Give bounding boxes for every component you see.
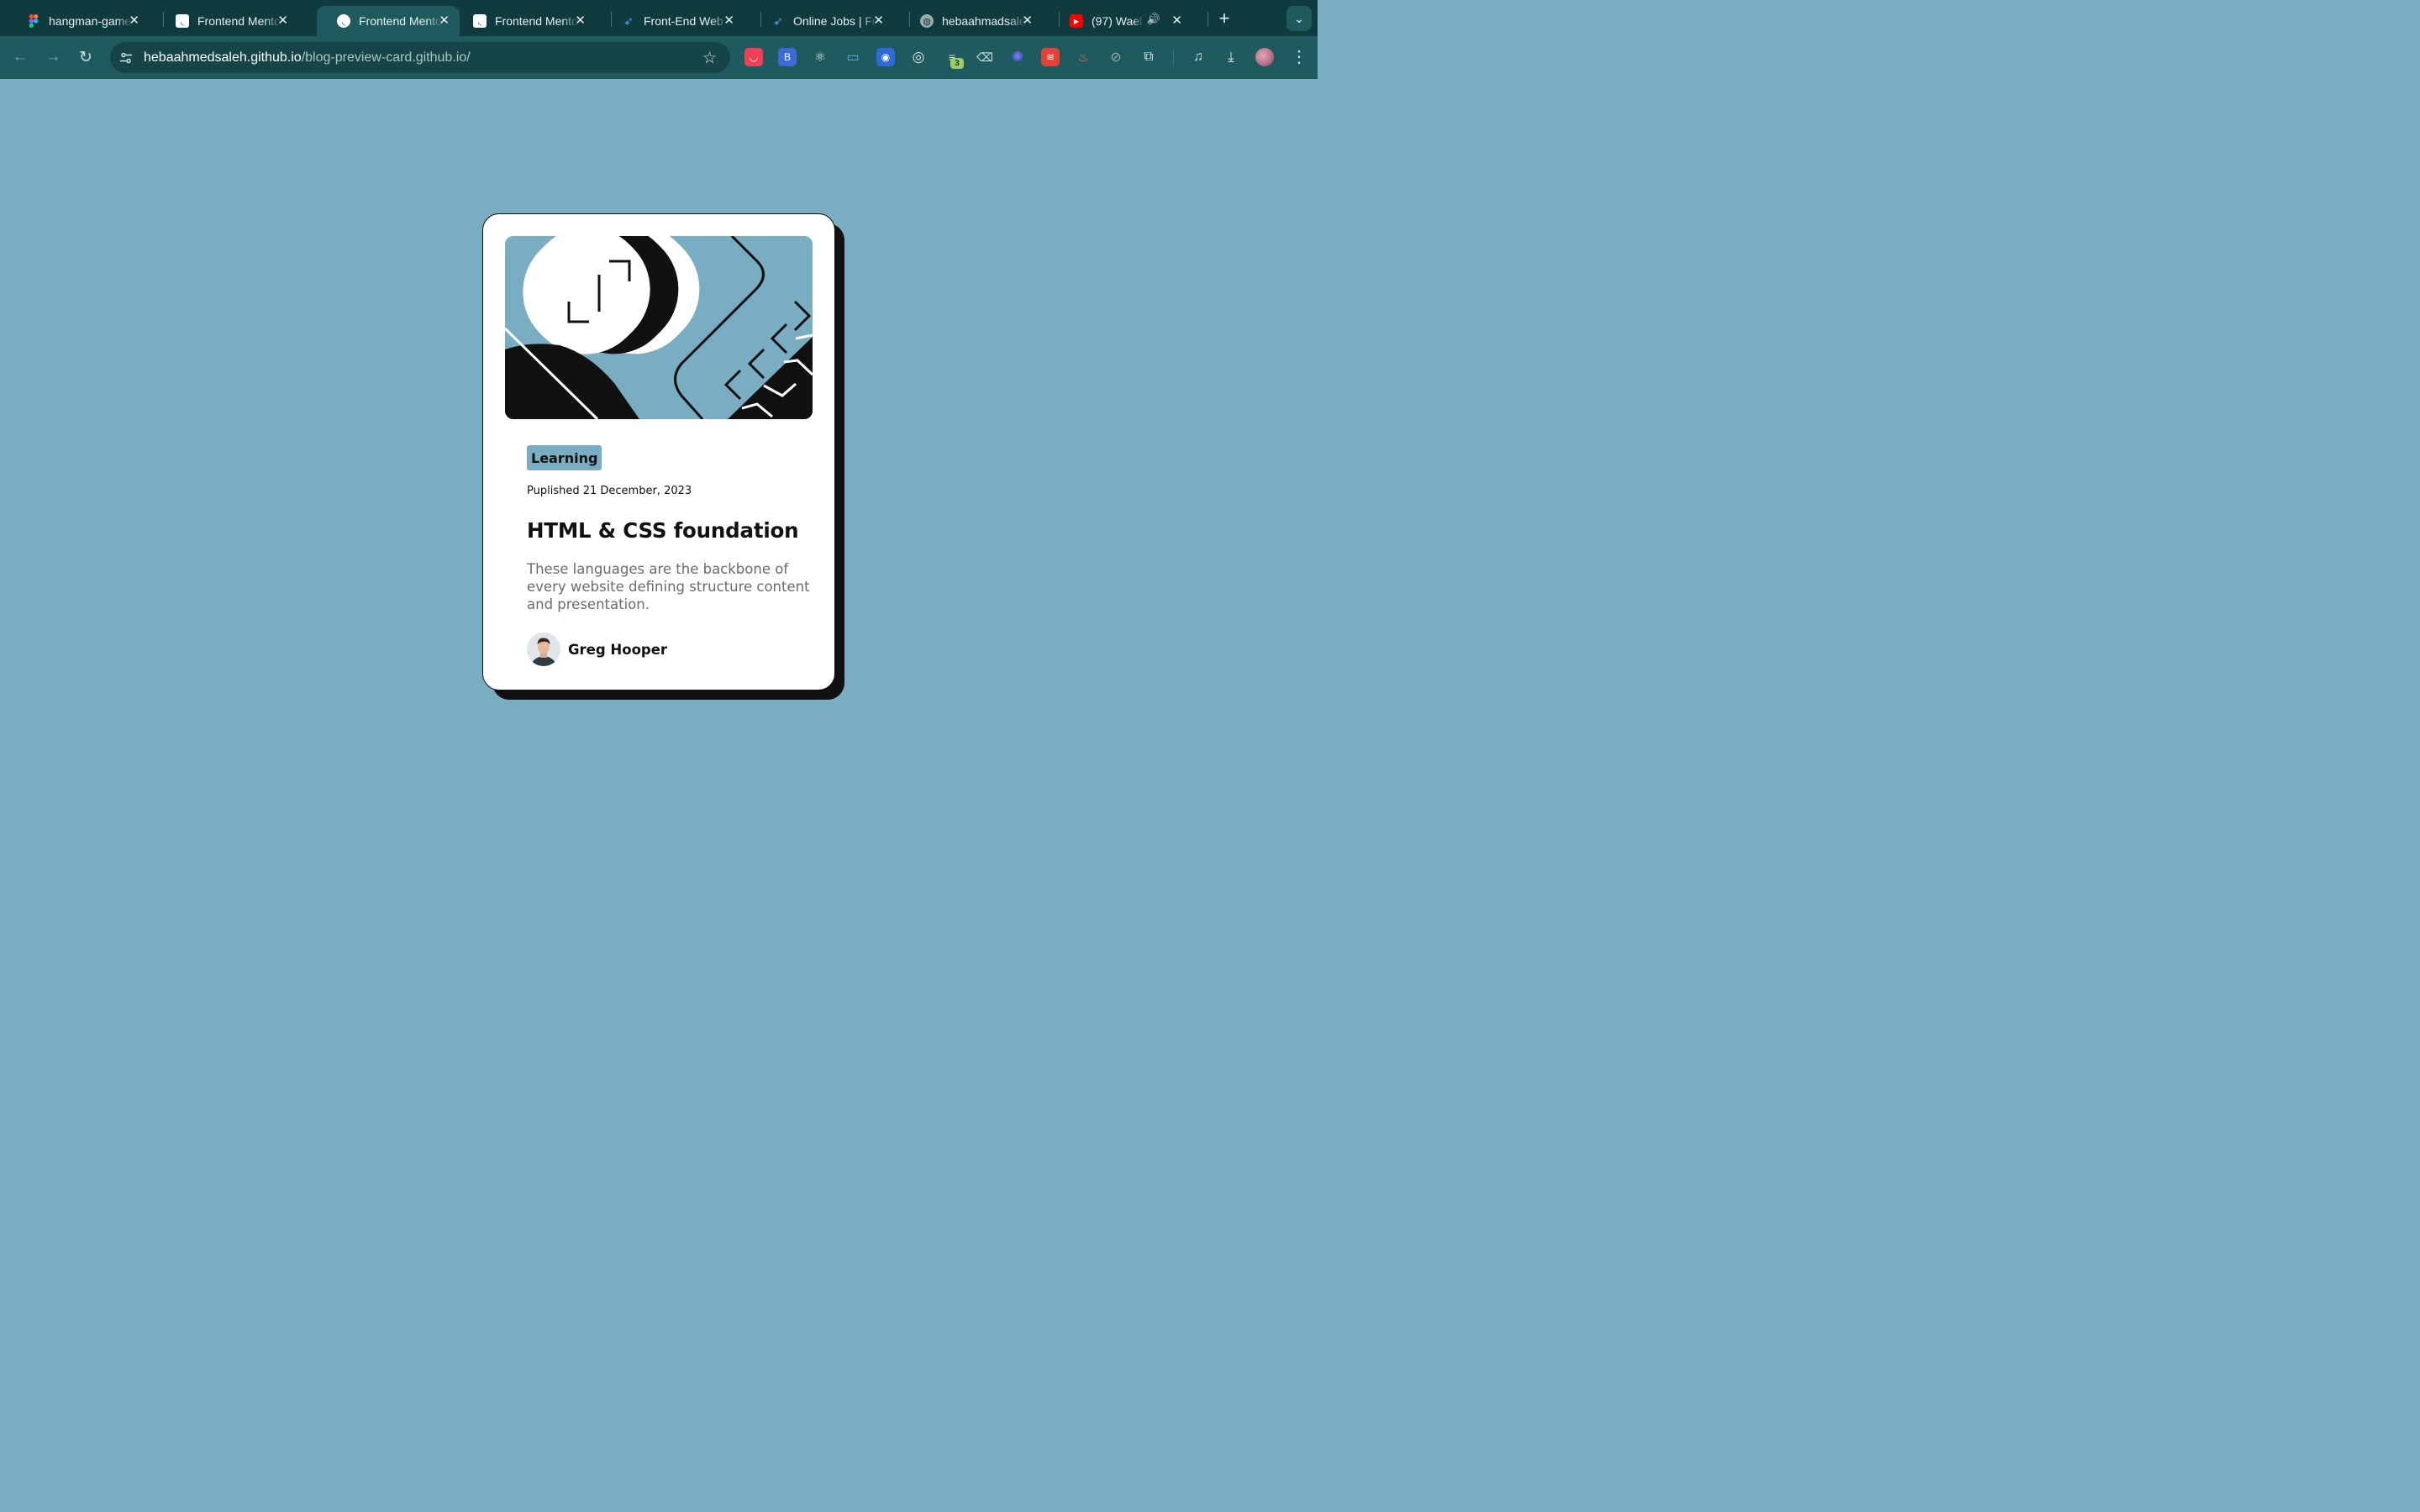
browser-toolbar: ← → ↻ hebaahmedsaleh.github.io/blog-prev… — [0, 36, 1318, 79]
tab-hangman-game[interactable]: hangman-game ✕ — [7, 6, 150, 36]
speaker-icon[interactable]: 🔊 — [1147, 13, 1160, 26]
author-name: Greg Hooper — [568, 641, 668, 658]
author-avatar — [527, 633, 560, 666]
new-tab-button[interactable]: + — [1215, 8, 1234, 29]
sparkle-icon[interactable]: ✺ — [1008, 48, 1027, 66]
video-camera-icon[interactable]: ▭ — [844, 48, 862, 66]
tab-youtube[interactable]: ▶ (97) Wael El 🔊 ✕ — [1050, 6, 1192, 36]
tab-title: hebaahmadsaleh — [942, 14, 1026, 28]
reload-button[interactable]: ↻ — [75, 46, 97, 68]
address-bar[interactable]: hebaahmedsaleh.github.io/blog-preview-ca… — [110, 42, 730, 73]
forward-button[interactable]: → — [42, 46, 64, 68]
figma-icon — [27, 14, 40, 28]
tab-title: Frontend Mentor — [359, 14, 443, 28]
tab-title: Front-End Web D — [644, 14, 728, 28]
tab-title: hangman-game — [49, 14, 132, 28]
tab-front-end-web[interactable]: ➶ Front-End Web D ✕ — [602, 6, 744, 36]
tab-frontend-mentor-active[interactable]: ◟ Frontend Mentor ✕ — [317, 6, 460, 36]
hero-illustration — [505, 236, 813, 419]
close-icon[interactable]: ✕ — [873, 13, 884, 28]
author-portrait-icon — [527, 633, 560, 666]
globe-icon: ◍ — [920, 14, 934, 28]
bookmark-star-icon[interactable]: ☆ — [702, 49, 717, 68]
tab-title: (97) Wael El — [1092, 14, 1144, 28]
extension-badge: 3 — [950, 58, 964, 69]
published-date: Puplished 21 December, 2023 — [527, 485, 692, 497]
category-badge: Learning — [527, 445, 602, 470]
close-icon[interactable]: ✕ — [277, 13, 288, 28]
close-icon[interactable]: ✕ — [1171, 13, 1182, 28]
blog-preview-card: Learning Puplished 21 December, 2023 HTM… — [482, 213, 835, 690]
bird-icon: ➶ — [773, 13, 783, 28]
compass-icon[interactable]: ⊘ — [1107, 48, 1125, 66]
close-icon[interactable]: ✕ — [439, 13, 450, 28]
profile-avatar[interactable] — [1255, 48, 1274, 66]
tab-title: Frontend Mentor — [495, 14, 579, 28]
tab-title: Online Jobs | Fre — [793, 14, 877, 28]
flame-icon[interactable]: ♨ — [1074, 48, 1092, 66]
eraser-icon[interactable]: ⌫ — [976, 48, 994, 66]
close-icon[interactable]: ✕ — [129, 13, 139, 28]
tab-online-jobs[interactable]: ➶ Online Jobs | Fre ✕ — [751, 6, 894, 36]
toolbar-divider — [1173, 49, 1174, 66]
frontend-mentor-icon: ◟ — [473, 14, 487, 28]
tab-divider — [1207, 12, 1208, 27]
url-text[interactable]: hebaahmedsaleh.github.io/blog-preview-ca… — [144, 50, 471, 66]
close-icon[interactable]: ✕ — [723, 13, 734, 28]
url-path: /blog-preview-card.github.io/ — [301, 50, 471, 65]
media-controls-icon[interactable]: ♫ — [1189, 48, 1207, 66]
abstract-illustration-icon — [505, 236, 813, 419]
tab-frontend-mentor-1[interactable]: ◟ Frontend Mentor ✕ — [155, 6, 298, 36]
back-button[interactable]: ← — [9, 46, 31, 68]
frontend-mentor-icon: ◟ — [176, 14, 189, 28]
screen-recorder-icon[interactable]: ◉ — [876, 48, 895, 66]
youtube-icon: ▶ — [1070, 14, 1083, 28]
tab-hebaahmadsaleh[interactable]: ◍ hebaahmadsaleh ✕ — [900, 6, 1043, 36]
react-devtools-icon[interactable]: ⚛ — [811, 48, 829, 66]
bird-icon: ➶ — [623, 13, 634, 28]
extension-b-icon[interactable]: B — [778, 48, 797, 66]
tab-strip: hangman-game ✕ ◟ Frontend Mentor ✕ ◟ Fro… — [0, 0, 1318, 36]
close-icon[interactable]: ✕ — [575, 13, 586, 28]
url-host: hebaahmedsaleh.github.io — [144, 50, 302, 65]
close-icon[interactable]: ✕ — [1022, 13, 1033, 28]
card-description: These languages are the backbone of ever… — [527, 561, 810, 612]
todoist-icon[interactable]: ≋ — [1041, 48, 1060, 66]
pocket-icon[interactable]: ◡ — [744, 48, 763, 66]
tab-search-button[interactable]: ⌄ — [1286, 6, 1312, 31]
card-title[interactable]: HTML & CSS foundation — [527, 518, 799, 543]
download-icon[interactable]: ⤓ — [1222, 48, 1240, 66]
extensions-puzzle-icon[interactable]: ⧉ — [1139, 48, 1158, 66]
tab-title: Frontend Mentor — [197, 14, 281, 28]
tab-frontend-mentor-3[interactable]: ◟ Frontend Mentor ✕ — [453, 6, 596, 36]
frontend-mentor-icon: ◟ — [337, 14, 350, 28]
site-settings-icon[interactable] — [119, 51, 133, 65]
more-menu-icon[interactable]: ⋮ — [1291, 46, 1307, 67]
author: Greg Hooper — [527, 633, 667, 666]
target-icon[interactable]: ◎ — [909, 48, 928, 66]
